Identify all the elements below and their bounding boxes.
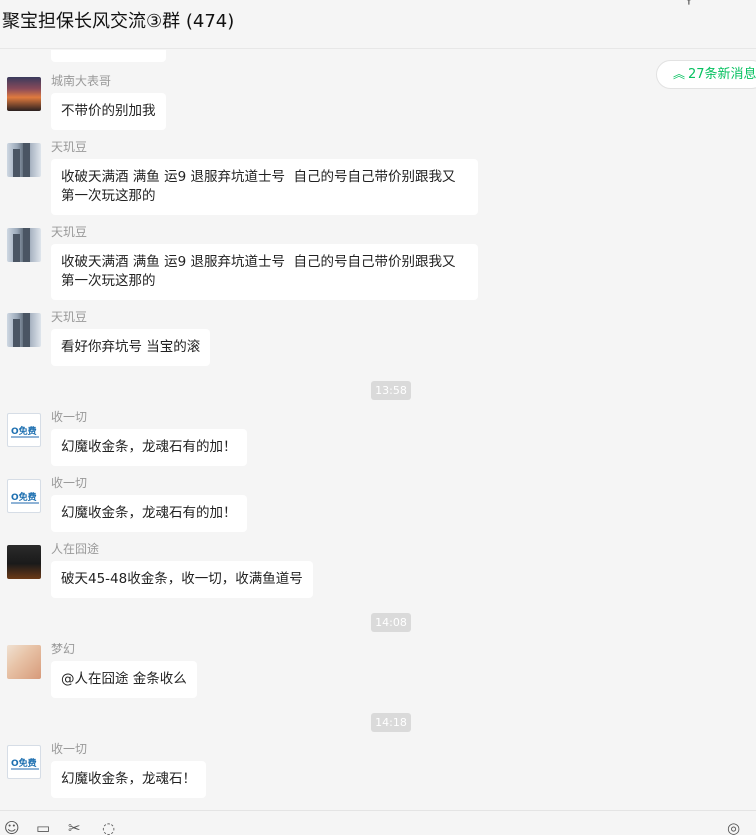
message-bubble[interactable]: 破天45-48收金条，收一切，收满鱼道号 [51, 561, 313, 598]
avatar[interactable] [7, 228, 41, 262]
avatar[interactable] [7, 143, 41, 177]
message-bubble[interactable]: 不带价的别加我 [51, 93, 166, 130]
sender-name: 梦幻 [51, 642, 76, 656]
avatar[interactable]: O免费 [7, 413, 41, 447]
emoji-icon[interactable]: ☺ [4, 821, 20, 835]
avatar[interactable] [7, 313, 41, 347]
message-list[interactable]: 城南大表哥 不带价的别加我 天玑豆 收破天满酒 满鱼 运9 退服弃坑道士号 自己… [0, 50, 756, 810]
sender-name: 收一切 [51, 476, 88, 490]
message-bubble[interactable]: @人在囧途 金条收么 [51, 661, 197, 698]
voice-call-icon[interactable]: ◎ [727, 821, 740, 835]
avatar[interactable] [7, 545, 41, 579]
minimize-icon[interactable]: – [717, 0, 724, 7]
message-bubble[interactable]: 幻魔收金条，龙魂石！ [51, 761, 206, 798]
message-bubble-partial[interactable] [51, 50, 166, 62]
message-bubble[interactable]: 幻魔收金条，龙魂石有的加！ [51, 495, 247, 532]
new-messages-label: 27条新消息 [688, 67, 756, 82]
pin-icon[interactable]: ⚲ [684, 0, 694, 7]
folder-icon[interactable]: ▭ [36, 821, 50, 835]
timestamp-badge: 14:08 [371, 613, 411, 632]
sender-name: 天玑豆 [51, 225, 88, 239]
avatar[interactable]: O免费 [7, 479, 41, 513]
message-bubble[interactable]: 看好你弃坑号 当宝的滚 [51, 329, 211, 366]
chat-window: 聚宝担保长风交流③群 (474) ⚲ – 城南大表哥 不带价的别加我 天玑豆 收… [0, 0, 756, 835]
message-bubble[interactable]: 幻魔收金条，龙魂石有的加！ [51, 429, 247, 466]
input-toolbar: ☺ ▭ ✂ ◌ ◎ [0, 810, 756, 835]
sender-name: 天玑豆 [51, 310, 88, 324]
chat-history-icon[interactable]: ◌ [102, 821, 115, 835]
avatar[interactable]: O免费 [7, 745, 41, 779]
sender-name: 天玑豆 [51, 140, 88, 154]
scissors-icon[interactable]: ✂ [68, 821, 81, 835]
new-messages-button[interactable]: ︽ 27条新消息 [656, 60, 756, 89]
sender-name: 收一切 [51, 742, 88, 756]
chat-header: 聚宝担保长风交流③群 (474) ⚲ – [0, 0, 756, 49]
chat-title: 聚宝担保长风交流③群 (474) [2, 11, 235, 32]
message-bubble[interactable]: 收破天满酒 满鱼 运9 退服弃坑道士号 自己的号自己带价别跟我又第一次玩这那的 [51, 159, 478, 215]
double-chevron-up-icon: ︽ [673, 67, 686, 81]
timestamp-badge: 14:18 [371, 713, 411, 732]
avatar[interactable] [7, 77, 41, 111]
message-bubble[interactable]: 收破天满酒 满鱼 运9 退服弃坑道士号 自己的号自己带价别跟我又第一次玩这那的 [51, 244, 478, 300]
avatar[interactable] [7, 645, 41, 679]
sender-name: 城南大表哥 [51, 74, 112, 88]
sender-name: 收一切 [51, 410, 88, 424]
timestamp-badge: 13:58 [371, 381, 411, 400]
sender-name: 人在囧途 [51, 542, 100, 556]
